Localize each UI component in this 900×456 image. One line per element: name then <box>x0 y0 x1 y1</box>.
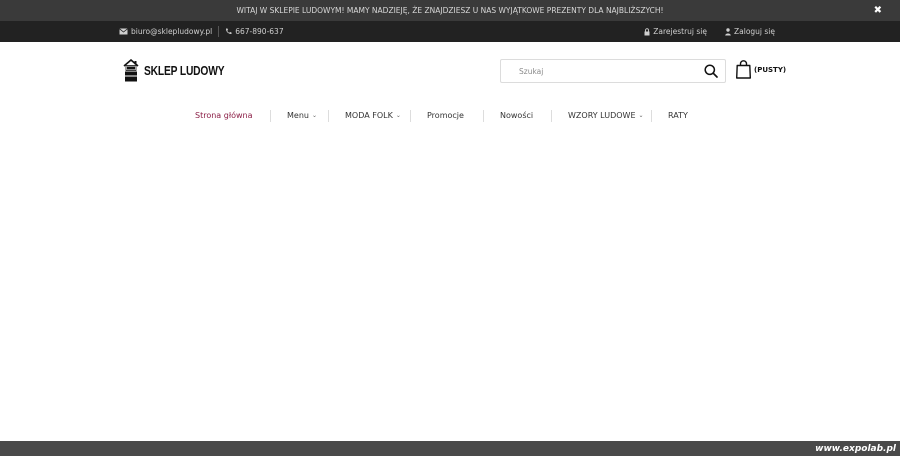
nav-item-label: RATY <box>668 111 688 120</box>
nav-item-wzory-ludowe[interactable]: WZORY LUDOWE ⌄ <box>568 108 644 123</box>
nav-item-nowosci[interactable]: Nowości <box>500 108 533 123</box>
nav-item-label: Strona główna <box>195 111 253 120</box>
lock-icon <box>644 27 650 35</box>
account-links: Zarejestruj się Zaloguj się <box>644 21 775 42</box>
house-logo-icon <box>123 59 139 82</box>
register-link[interactable]: Zarejestruj się <box>644 27 707 36</box>
login-text: Zaloguj się <box>734 27 775 36</box>
announcement-text: WITAJ W SKLEPIE LUDOWYM! MAMY NADZIEJĘ, … <box>236 6 664 15</box>
chevron-down-icon: ⌄ <box>638 112 644 119</box>
search-box <box>500 59 726 83</box>
main-nav: Strona główna Menu ⌄ MODA FOLK ⌄ Promocje … <box>0 108 900 123</box>
nav-divider <box>270 110 271 122</box>
search-icon <box>704 64 718 78</box>
cart-button[interactable]: (PUSTY) <box>736 60 786 79</box>
cart-status: (PUSTY) <box>754 65 787 74</box>
announcement-bar: WITAJ W SKLEPIE LUDOWYM! MAMY NADZIEJĘ, … <box>0 0 900 21</box>
nav-item-home[interactable]: Strona główna <box>195 108 253 123</box>
user-icon <box>725 27 731 35</box>
phone-icon <box>226 28 232 35</box>
nav-item-label: Nowości <box>500 111 534 120</box>
logo-text: SKLEP LUDOWY <box>144 64 225 78</box>
footer-bar: www.expolab.pl <box>0 441 900 456</box>
nav-item-label: MODA FOLK <box>345 111 393 120</box>
nav-item-promocje[interactable]: Promocje <box>427 108 464 123</box>
nav-item-moda-folk[interactable]: MODA FOLK ⌄ <box>345 108 401 123</box>
nav-divider <box>651 110 652 122</box>
contact-info: biuro@sklepludowy.pl 667-890-637 <box>119 21 284 42</box>
register-text: Zarejestruj się <box>653 27 707 36</box>
nav-divider <box>483 110 484 122</box>
shopping-bag-icon <box>736 60 751 79</box>
email-text: biuro@sklepludowy.pl <box>131 27 213 36</box>
watermark: www.expolab.pl <box>815 443 896 454</box>
nav-divider <box>551 110 552 122</box>
close-icon[interactable]: ✖ <box>874 5 882 16</box>
envelope-icon <box>119 28 128 35</box>
search-button[interactable] <box>703 63 719 79</box>
chevron-down-icon: ⌄ <box>395 112 401 119</box>
search-input[interactable] <box>501 60 697 82</box>
nav-item-label: Menu <box>287 111 309 120</box>
contact-bar: biuro@sklepludowy.pl 667-890-637 Zarejes… <box>0 21 900 42</box>
site-logo[interactable]: SKLEP LUDOWY <box>123 59 242 83</box>
phone-text: 667-890-637 <box>235 27 284 36</box>
nav-item-label: WZORY LUDOWE <box>568 111 636 120</box>
nav-item-raty[interactable]: RATY <box>668 108 688 123</box>
nav-item-menu[interactable]: Menu ⌄ <box>287 108 317 123</box>
nav-item-label: Promocje <box>427 111 464 120</box>
chevron-down-icon: ⌄ <box>311 112 317 119</box>
nav-divider <box>410 110 411 122</box>
phone-link[interactable]: 667-890-637 <box>225 27 284 36</box>
contact-divider <box>218 26 220 37</box>
login-link[interactable]: Zaloguj się <box>725 27 775 36</box>
email-link[interactable]: biuro@sklepludowy.pl <box>119 27 212 36</box>
nav-divider <box>328 110 329 122</box>
